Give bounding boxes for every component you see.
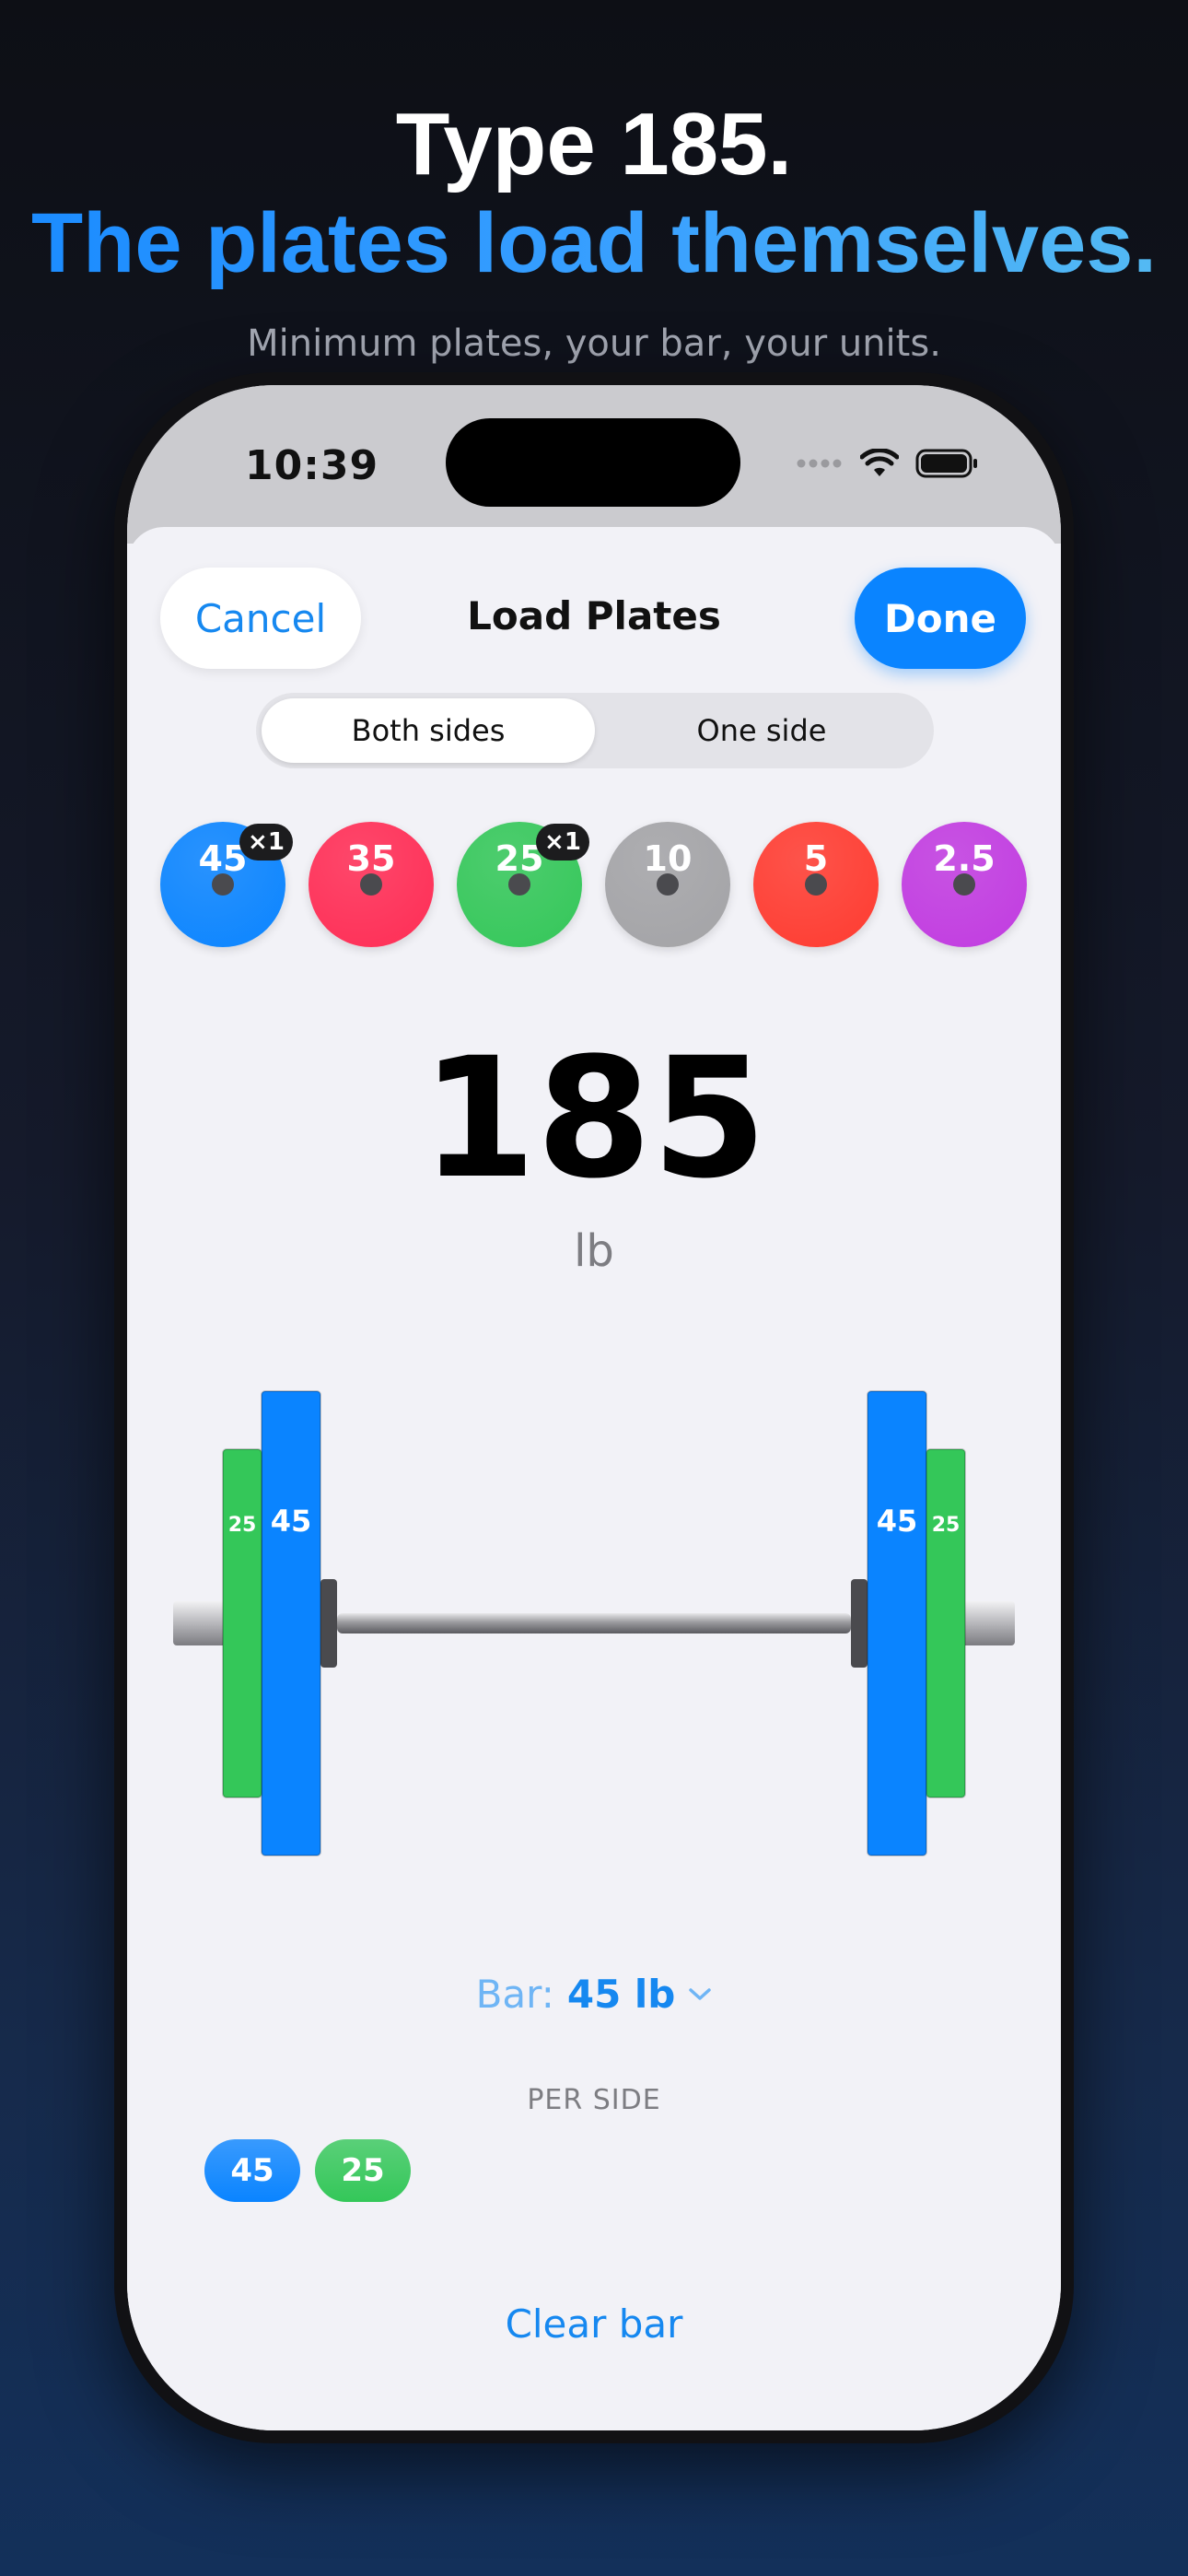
status-icons — [796, 448, 980, 479]
plate-button-25[interactable]: 25 ×1 — [457, 822, 589, 947]
plate-count-badge: ×1 — [239, 824, 293, 861]
plate-count-badge: ×1 — [536, 824, 589, 861]
right-plate-45 — [867, 1390, 927, 1856]
segment-both-sides[interactable]: Both sides — [262, 698, 595, 763]
per-side-title: PER SIDE — [527, 2084, 661, 2116]
wifi-icon — [860, 449, 899, 476]
right-plate-label: 45 — [877, 1504, 918, 1539]
plate-button-45[interactable]: 45 ×1 — [160, 822, 293, 947]
right-plate-label: 25 — [932, 1514, 961, 1537]
clear-bar-button[interactable]: Clear bar — [127, 2301, 1061, 2347]
phone-frame: 10:39 Cancel Load Plates Done Both sides… — [114, 372, 1074, 2443]
plate-hole-icon — [953, 873, 975, 896]
left-plate-45 — [261, 1390, 321, 1856]
right-plate-25 — [926, 1448, 966, 1798]
plate-button-2-5[interactable]: 2.5 — [902, 822, 1027, 947]
left-plate-25 — [222, 1448, 262, 1798]
weight-unit: lb — [574, 1225, 614, 1277]
per-side-chip-45: 45 — [204, 2139, 300, 2202]
plate-hole-icon — [212, 873, 234, 896]
marketing-title: Type 185. — [395, 95, 793, 193]
segment-one-side[interactable]: One side — [595, 698, 928, 763]
per-side-chip-25: 25 — [315, 2139, 411, 2202]
cellular-dots-icon — [797, 459, 842, 468]
right-collar — [851, 1579, 868, 1668]
total-weight[interactable]: 185 — [127, 1023, 1061, 1215]
plate-hole-icon — [657, 873, 679, 896]
load-plates-sheet: Cancel Load Plates Done Both sides One s… — [127, 527, 1061, 2430]
plate-hole-icon — [360, 873, 382, 896]
left-plate-label: 25 — [228, 1514, 257, 1537]
side-mode-segmented-control: Both sides One side — [256, 693, 934, 768]
plate-hole-icon — [805, 873, 827, 896]
phone-screen: 10:39 Cancel Load Plates Done Both sides… — [127, 385, 1061, 2430]
marketing-tagline: Minimum plates, your bar, your units. — [247, 322, 941, 365]
plate-picker-row: 45 ×1 35 25 ×1 10 5 2.5 — [160, 822, 1030, 951]
chevron-down-icon — [689, 1987, 712, 2000]
status-time: 10:39 — [245, 442, 379, 489]
dynamic-island — [446, 418, 740, 507]
status-bar: 10:39 — [127, 385, 1061, 544]
per-side-chips: 45 25 — [204, 2139, 411, 2202]
barbell-visual: 45 25 45 25 — [173, 1390, 1015, 1856]
plate-hole-icon — [508, 873, 530, 896]
bar-selector-label: Bar: — [475, 1972, 554, 2017]
left-plate-label: 45 — [271, 1504, 312, 1539]
left-collar — [320, 1579, 337, 1668]
plate-button-10[interactable]: 10 — [605, 822, 730, 947]
bar-selector[interactable]: Bar: 45 lb — [127, 1972, 1061, 2017]
done-button[interactable]: Done — [855, 568, 1026, 669]
bar-selector-value: 45 lb — [566, 1972, 676, 2017]
marketing-subtitle: The plates load themselves. — [0, 195, 1188, 292]
plate-button-5[interactable]: 5 — [753, 822, 879, 947]
battery-icon — [915, 449, 977, 478]
plate-button-35[interactable]: 35 — [309, 822, 434, 947]
bar-shaft — [337, 1613, 851, 1633]
